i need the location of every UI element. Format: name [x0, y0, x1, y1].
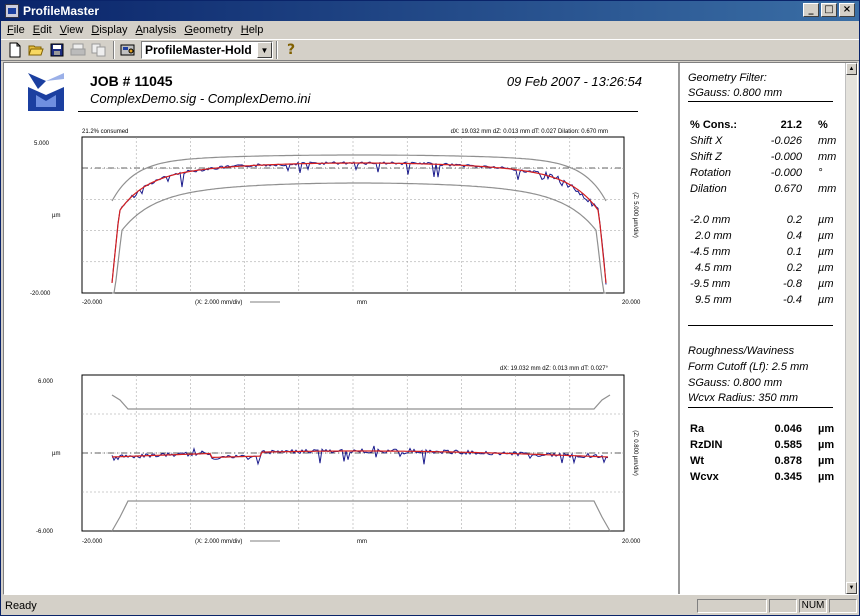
title-bar[interactable]: ProfileMaster _ □ ×	[1, 1, 859, 21]
plot2-y-scale: (Z: 0.800 µm/div)	[632, 430, 638, 475]
point-row: 2.0 mm 0.4 µm	[695, 230, 834, 242]
results-panel: Geometry Filter: SGauss: 0.800 mm % Cons…	[678, 63, 848, 594]
point-row: 9.5 mm -0.4 µm	[695, 294, 834, 306]
point-row: 4.5 mm 0.2 µm	[695, 262, 834, 274]
menu-view[interactable]: View	[56, 24, 88, 36]
point-row: -4.5 mm 0.1 µm	[690, 246, 834, 258]
param-row: Wt 0.878 µm	[690, 455, 835, 467]
plot1-x-right: 20.000	[622, 300, 641, 306]
wcvx-radius: Wcvx Radius: 350 mm	[688, 392, 799, 404]
settings-icon[interactable]	[118, 41, 138, 59]
plot2-area[interactable]	[81, 374, 625, 532]
plot1-x-left: -20.000	[82, 300, 103, 306]
status-cell	[697, 599, 767, 613]
toolbar-separator	[276, 41, 278, 59]
plots-canvas: 21.2% consumed dX: 19.032 mm dZ: 0.013 m…	[30, 129, 641, 545]
save-icon[interactable]	[47, 41, 67, 59]
plot2-stats: dX: 19.032 mm dZ: 0.013 mm dT: 0.027°	[500, 366, 609, 372]
plot1-stats: dX: 19.032 mm dZ: 0.013 mm dT: 0.027 Dil…	[451, 129, 608, 135]
status-bar: Ready NUM	[1, 597, 859, 615]
form-cutoff: Form Cutoff (Lf): 2.5 mm	[688, 361, 809, 373]
config-select-value: ProfileMaster-Hold	[145, 43, 252, 57]
status-cell	[769, 599, 797, 613]
param-row: Ra 0.046 µm	[690, 423, 835, 435]
print-icon[interactable]	[68, 41, 88, 59]
scroll-down-icon[interactable]: ▼	[846, 582, 857, 594]
window-title: ProfileMaster	[23, 4, 100, 18]
rw-title: Roughness/Waviness	[688, 345, 795, 357]
menu-geometry[interactable]: Geometry	[180, 24, 236, 36]
report-page: JOB # 11045 ComplexDemo.sig - ComplexDem…	[12, 65, 672, 593]
client-area: JOB # 11045 ComplexDemo.sig - ComplexDem…	[3, 62, 858, 595]
plot2-y-unit: µm	[52, 451, 60, 457]
plot1-x-scale: (X: 2.000 mm/div)	[195, 300, 242, 306]
scroll-up-icon[interactable]: ▲	[846, 63, 857, 75]
toolbar-separator	[113, 41, 115, 59]
rw-sgauss: SGauss: 0.800 mm	[688, 377, 783, 389]
panel-divider	[688, 325, 833, 326]
open-folder-icon[interactable]	[26, 41, 46, 59]
plot2-x-left: -20.000	[82, 539, 103, 545]
config-select[interactable]: ProfileMaster-Hold ▼	[141, 41, 273, 59]
status-num: NUM	[799, 599, 827, 613]
plot1-x-unit: mm	[357, 300, 367, 306]
geometry-row: Shift X -0.026 mm	[690, 135, 837, 147]
minimize-button[interactable]: _	[803, 3, 819, 17]
cons-unit: %	[818, 119, 828, 131]
close-button[interactable]: ×	[839, 3, 855, 17]
param-row: Wcvx 0.345 µm	[690, 471, 835, 483]
vertical-scrollbar[interactable]: ▲ ▼	[845, 63, 857, 594]
plot1-y-bottom: -20.000	[30, 291, 51, 297]
plot2-x-right: 20.000	[622, 539, 641, 545]
plot1-y-top: 5.000	[34, 141, 50, 147]
menu-edit[interactable]: Edit	[29, 24, 56, 36]
menu-bar: File Edit View Display Analysis Geometry…	[1, 21, 859, 39]
plot1-consumed: 21.2% consumed	[82, 129, 128, 135]
geometry-row: Dilation 0.670 mm	[690, 183, 837, 195]
point-row: -2.0 mm 0.2 µm	[690, 214, 834, 226]
geometry-sgauss: SGauss: 0.800 mm	[688, 87, 783, 99]
cons-value: 21.2	[780, 119, 802, 131]
plot1-y-unit: µm	[52, 213, 60, 219]
panel-divider	[688, 407, 833, 408]
new-file-icon[interactable]	[5, 41, 25, 59]
plot1-area[interactable]	[81, 136, 625, 294]
param-row: RzDIN 0.585 µm	[690, 439, 835, 451]
toolbar: ProfileMaster-Hold ▼ ?	[1, 39, 859, 61]
menu-display[interactable]: Display	[87, 24, 131, 36]
panel-divider	[688, 101, 833, 102]
plot2-x-unit: mm	[357, 539, 367, 545]
plot1-y-scale: (Z: 5.000 µm/div)	[632, 192, 638, 237]
geometry-row: Shift Z -0.000 mm	[690, 151, 837, 163]
status-text: Ready	[5, 600, 37, 612]
geometry-filter-label: Geometry Filter:	[688, 72, 767, 84]
plot2-y-bottom: -6.000	[36, 529, 54, 535]
status-cell	[829, 599, 857, 613]
cons-row: % Cons.: 21.2 %	[690, 119, 832, 134]
app-window: ProfileMaster _ □ × File Edit View Displ…	[0, 0, 860, 616]
menu-file[interactable]: File	[3, 24, 29, 36]
menu-analysis[interactable]: Analysis	[131, 24, 180, 36]
maximize-button[interactable]: □	[821, 3, 837, 17]
chevron-down-icon[interactable]: ▼	[257, 42, 272, 58]
geometry-row: Rotation -0.000 °	[690, 167, 823, 179]
help-icon[interactable]: ?	[281, 41, 301, 59]
copy-icon[interactable]	[89, 41, 109, 59]
plot2-y-top: 6.000	[38, 379, 54, 385]
plot2-x-scale: (X: 2.000 mm/div)	[195, 539, 242, 545]
menu-help[interactable]: Help	[237, 24, 268, 36]
cons-label: % Cons.:	[690, 119, 738, 131]
point-row: -9.5 mm -0.8 µm	[690, 278, 834, 290]
app-icon[interactable]	[5, 4, 19, 18]
